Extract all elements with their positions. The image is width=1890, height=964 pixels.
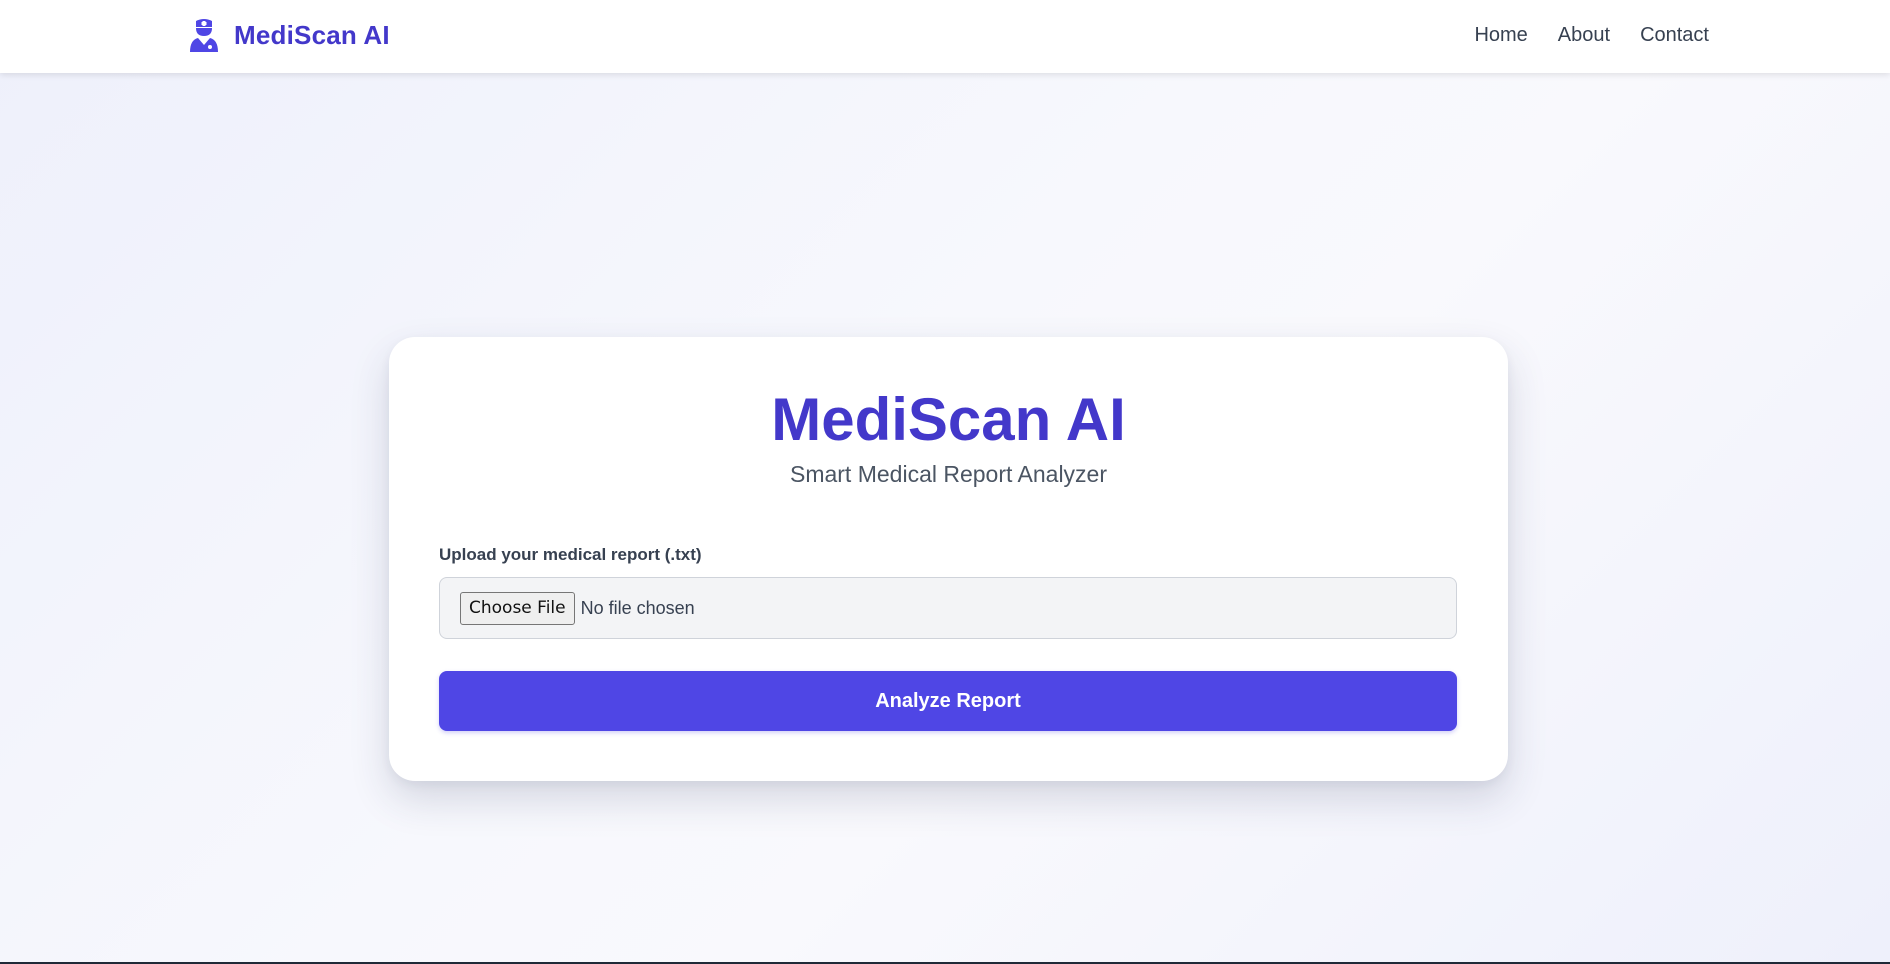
page-subtitle: Smart Medical Report Analyzer	[789, 461, 1107, 487]
file-input[interactable]: Choose File No file chosen	[439, 577, 1457, 639]
brand-name: MediScan AI	[234, 19, 390, 50]
nav-link-about[interactable]: About	[1558, 20, 1610, 50]
choose-file-button[interactable]: Choose File	[460, 591, 575, 625]
brand-link[interactable]: MediScan AI	[188, 17, 390, 53]
nav-link-contact[interactable]: Contact	[1640, 20, 1709, 50]
upload-card: MediScan AI Smart Medical Report Analyze…	[389, 337, 1508, 781]
nav-link-home[interactable]: Home	[1474, 20, 1527, 50]
analyze-report-button[interactable]: Analyze Report	[439, 671, 1457, 731]
navbar: MediScan AI Home About Contact	[0, 0, 1890, 73]
doctor-icon	[190, 19, 218, 52]
upload-label: Upload your medical report (.txt)	[439, 545, 702, 564]
nav-links: Home About Contact	[1474, 20, 1709, 50]
page-title: MediScan AI	[771, 386, 1126, 453]
file-status: No file chosen	[580, 597, 695, 618]
